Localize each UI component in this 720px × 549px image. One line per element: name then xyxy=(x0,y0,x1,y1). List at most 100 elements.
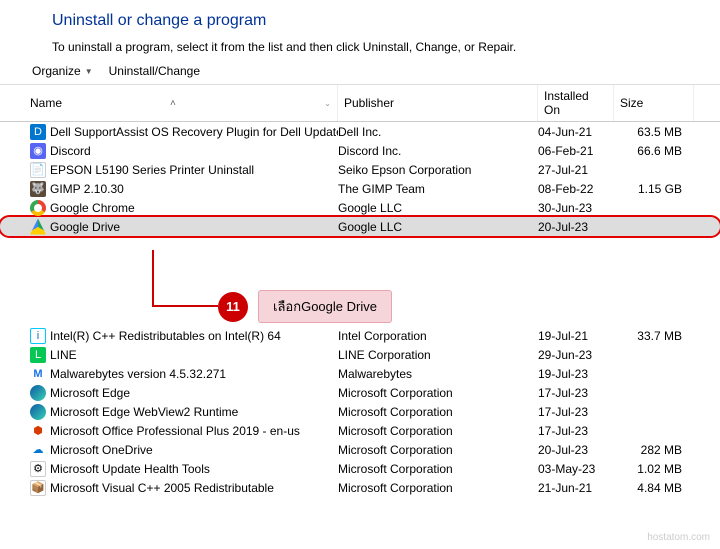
col-installed[interactable]: Installed On xyxy=(538,85,614,121)
program-row[interactable]: Microsoft Edge WebView2 Runtime Microsoft… xyxy=(0,402,720,421)
program-row[interactable]: DDell SupportAssist OS Recovery Plugin f… xyxy=(0,122,720,141)
program-publisher: Dell Inc. xyxy=(338,125,538,139)
program-row[interactable]: M Malwarebytes version 4.5.32.271 Malwareb… xyxy=(0,364,720,383)
program-name: Microsoft Update Health Tools xyxy=(50,462,210,476)
program-icon: 📦 xyxy=(30,480,46,496)
col-name[interactable]: Name ˄ ⌄ xyxy=(0,85,338,121)
program-name: Intel(R) C++ Redistributables on Intel(R… xyxy=(50,329,281,343)
col-installed-label: Installed On xyxy=(544,89,607,117)
program-publisher: Microsoft Corporation xyxy=(338,462,538,476)
program-row[interactable]: L LINE LINE Corporation29-Jun-23 xyxy=(0,345,720,364)
program-date: 29-Jun-23 xyxy=(538,348,614,362)
program-date: 04-Jun-21 xyxy=(538,125,614,139)
program-date: 21-Jun-21 xyxy=(538,481,614,495)
program-list-top: DDell SupportAssist OS Recovery Plugin f… xyxy=(0,122,720,217)
program-publisher: Microsoft Corporation xyxy=(338,386,538,400)
program-row[interactable]: 📄 EPSON L5190 Series Printer Uninstall Sei… xyxy=(0,160,720,179)
annotation-callout: 11 เลือกGoogle Drive xyxy=(218,290,392,323)
program-date: 19-Jul-21 xyxy=(538,329,614,343)
program-list-bottom: i Intel(R) C++ Redistributables on Intel(… xyxy=(0,326,720,497)
program-name: Google Chrome xyxy=(50,201,135,215)
col-publisher-label: Publisher xyxy=(344,96,394,110)
program-size: 282 MB xyxy=(614,443,694,457)
program-date: 19-Jul-23 xyxy=(538,367,614,381)
program-icon: 📄 xyxy=(30,162,46,178)
sort-asc-icon: ˄ xyxy=(170,98,176,109)
step-label: เลือกGoogle Drive xyxy=(258,290,392,323)
program-name: Discord xyxy=(50,144,91,158)
program-date: 06-Feb-21 xyxy=(538,144,614,158)
program-row[interactable]: i Intel(R) C++ Redistributables on Intel(… xyxy=(0,326,720,345)
program-publisher: Google LLC xyxy=(338,201,538,215)
program-date: 17-Jul-23 xyxy=(538,405,614,419)
program-row[interactable]: ⚙ Microsoft Update Health Tools Microsoft … xyxy=(0,459,720,478)
program-date: 30-Jun-23 xyxy=(538,201,614,215)
program-date: 08-Feb-22 xyxy=(538,182,614,196)
program-publisher: Google LLC xyxy=(338,220,538,234)
program-publisher: Discord Inc. xyxy=(338,144,538,158)
program-publisher: Seiko Epson Corporation xyxy=(338,163,538,177)
program-name: Malwarebytes version 4.5.32.271 xyxy=(50,367,226,381)
callout-connector xyxy=(152,305,218,307)
program-publisher: The GIMP Team xyxy=(338,182,538,196)
program-date: 17-Jul-23 xyxy=(538,424,614,438)
chevron-down-icon[interactable]: ⌄ xyxy=(324,99,331,108)
program-row[interactable]: Microsoft Edge Microsoft Corporation17-Ju… xyxy=(0,383,720,402)
program-icon: L xyxy=(30,347,46,363)
program-row[interactable]: ☁ Microsoft OneDrive Microsoft Corporation… xyxy=(0,440,720,459)
program-icon: ⬢ xyxy=(30,423,46,439)
program-row[interactable]: 📦 Microsoft Visual C++ 2005 Redistributab… xyxy=(0,478,720,497)
program-row[interactable]: ⬢ Microsoft Office Professional Plus 2019… xyxy=(0,421,720,440)
program-size: 1.15 GB xyxy=(614,182,694,196)
column-headers: Name ˄ ⌄ Publisher Installed On Size xyxy=(0,85,720,122)
page-title: Uninstall or change a program xyxy=(52,12,690,30)
program-icon: i xyxy=(30,328,46,344)
program-icon: ⚙ xyxy=(30,461,46,477)
program-name: Microsoft OneDrive xyxy=(50,443,153,457)
col-size[interactable]: Size xyxy=(614,85,694,121)
callout-connector xyxy=(152,250,154,305)
chevron-down-icon: ▼ xyxy=(85,67,93,76)
organize-button[interactable]: Organize ▼ xyxy=(32,64,93,78)
program-date: 17-Jul-23 xyxy=(538,386,614,400)
program-icon: ☁ xyxy=(30,442,46,458)
program-publisher: LINE Corporation xyxy=(338,348,538,362)
program-date: 27-Jul-21 xyxy=(538,163,614,177)
program-publisher: Microsoft Corporation xyxy=(338,405,538,419)
toolbar: Organize ▼ Uninstall/Change xyxy=(0,58,720,85)
program-icon: M xyxy=(30,366,46,382)
program-publisher: Microsoft Corporation xyxy=(338,481,538,495)
program-size: 33.7 MB xyxy=(614,329,694,343)
col-size-label: Size xyxy=(620,96,643,110)
program-row-selected[interactable]: Google Drive Google LLC 20-Jul-23 xyxy=(0,217,720,236)
google-drive-icon xyxy=(30,219,46,235)
program-publisher: Microsoft Corporation xyxy=(338,424,538,438)
program-size: 63.5 MB xyxy=(614,125,694,139)
program-name: Dell SupportAssist OS Recovery Plugin fo… xyxy=(50,125,338,139)
program-name: Microsoft Visual C++ 2005 Redistributabl… xyxy=(50,481,274,495)
program-icon xyxy=(30,404,46,420)
uninstall-label: Uninstall/Change xyxy=(109,64,200,78)
program-icon xyxy=(30,385,46,401)
program-row[interactable]: ◉DiscordDiscord Inc.06-Feb-2166.6 MB xyxy=(0,141,720,160)
program-date: 03-May-23 xyxy=(538,462,614,476)
program-size: 1.02 MB xyxy=(614,462,694,476)
program-icon: ◉ xyxy=(30,143,46,159)
step-number-badge: 11 xyxy=(218,292,248,322)
program-name: LINE xyxy=(50,348,77,362)
program-name: Microsoft Office Professional Plus 2019 … xyxy=(50,424,300,438)
program-publisher: Malwarebytes xyxy=(338,367,538,381)
program-publisher: Microsoft Corporation xyxy=(338,443,538,457)
watermark: hostatom.com xyxy=(647,532,710,543)
uninstall-change-button[interactable]: Uninstall/Change xyxy=(109,64,200,78)
program-name: Microsoft Edge WebView2 Runtime xyxy=(50,405,238,419)
program-name: GIMP 2.10.30 xyxy=(50,182,124,196)
program-row[interactable]: Google Chrome Google LLC30-Jun-23 xyxy=(0,198,720,217)
page-subtitle: To uninstall a program, select it from t… xyxy=(52,40,690,54)
col-publisher[interactable]: Publisher xyxy=(338,85,538,121)
program-name: EPSON L5190 Series Printer Uninstall xyxy=(50,163,254,177)
program-size: 4.84 MB xyxy=(614,481,694,495)
program-name: Microsoft Edge xyxy=(50,386,130,400)
program-row[interactable]: 🐺 GIMP 2.10.30 The GIMP Team08-Feb-221.15 … xyxy=(0,179,720,198)
program-icon: 🐺 xyxy=(30,181,46,197)
